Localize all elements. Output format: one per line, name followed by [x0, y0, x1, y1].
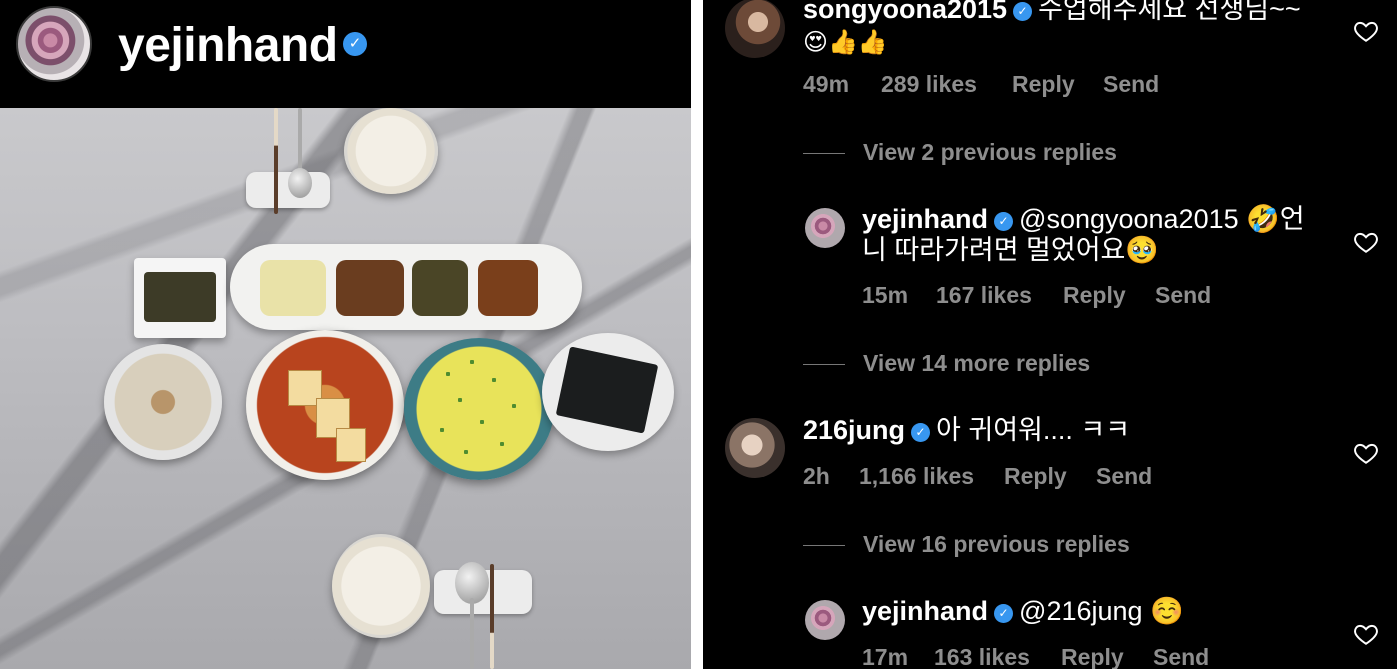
seaweed-plate	[542, 333, 674, 451]
post-panel: yejinhand ✓	[0, 0, 691, 669]
chopstick	[490, 564, 494, 669]
send-button[interactable]: Send	[1096, 463, 1152, 490]
comment-likes[interactable]: 163 likes	[934, 644, 1030, 669]
replies-line	[803, 545, 845, 546]
verified-badge-icon: ✓	[911, 423, 931, 442]
kimchi-dish	[134, 258, 226, 338]
comment-time: 2h	[803, 463, 830, 489]
panel-divider	[691, 0, 703, 669]
comment-username[interactable]: 216jung	[803, 415, 905, 445]
reply-button[interactable]: Reply	[1004, 463, 1067, 490]
commenter-avatar[interactable]	[725, 0, 785, 58]
view-replies-text[interactable]: View 16 previous replies	[863, 531, 1130, 558]
verified-badge-icon: ✓	[1013, 2, 1033, 21]
send-button[interactable]: Send	[1153, 644, 1209, 669]
view-replies-button[interactable]: View 14 more replies	[803, 350, 1203, 378]
view-replies-text[interactable]: View 14 more replies	[863, 350, 1090, 377]
send-button[interactable]: Send	[1103, 71, 1159, 98]
comment-username[interactable]: songyoona2015	[803, 0, 1007, 24]
comment-likes[interactable]: 167 likes	[936, 282, 1032, 309]
soup-bowl	[104, 344, 222, 460]
reply-button[interactable]: Reply	[1012, 71, 1075, 98]
verified-badge-icon: ✓	[994, 212, 1014, 231]
steamed-egg-bowl	[404, 338, 554, 480]
commenter-avatar[interactable]	[725, 418, 785, 478]
post-header: yejinhand ✓	[0, 0, 691, 108]
comment-username[interactable]: yejinhand	[862, 204, 988, 234]
post-author-username[interactable]: yejinhand	[118, 18, 338, 73]
rice-bowl	[332, 534, 430, 638]
comment-text: @216jung ☺️	[1019, 596, 1184, 626]
comment-text-continued: 니 따라가려면 멀었어요🥹	[862, 235, 1160, 265]
verified-badge-icon: ✓	[994, 604, 1014, 623]
commenter-avatar[interactable]	[805, 208, 845, 248]
comment-emoji: 😍👍👍	[803, 28, 888, 56]
post-author-avatar[interactable]	[16, 6, 92, 82]
comment-text: @songyoona2015 🤣언	[1019, 204, 1305, 234]
comment-body: 216jung ✓ 아 귀여워.... ㅋㅋ	[803, 415, 1130, 446]
like-heart-icon[interactable]	[1353, 229, 1379, 255]
replies-line	[803, 364, 845, 365]
spoon-handle	[298, 108, 302, 172]
comment-body: yejinhand ✓ @songyoona2015 🤣언	[862, 204, 1305, 235]
like-heart-icon[interactable]	[1353, 18, 1379, 44]
commenter-avatar[interactable]	[805, 600, 845, 640]
view-replies-button[interactable]: View 2 previous replies	[803, 139, 1203, 167]
like-heart-icon[interactable]	[1353, 621, 1379, 647]
comment-meta: 2h 1,166 likes Reply Send	[803, 463, 1203, 491]
reply-button[interactable]: Reply	[1061, 644, 1124, 669]
comment-text: 수업해주세요 선생님~~	[1038, 0, 1301, 24]
replies-line	[803, 153, 845, 154]
comment-meta: 15m 167 likes Reply Send	[862, 282, 1262, 310]
post-photo[interactable]	[0, 108, 691, 669]
verified-badge-icon: ✓	[343, 32, 367, 56]
view-replies-button[interactable]: View 16 previous replies	[803, 531, 1203, 559]
comment-time: 15m	[862, 282, 909, 308]
comment-time: 17m	[862, 644, 909, 669]
comment-text: 아 귀여워.... ㅋㅋ	[936, 415, 1131, 445]
comment-meta: 17m 163 likes Reply Send	[862, 644, 1262, 669]
comment-time: 49m	[803, 71, 850, 97]
comment-username[interactable]: yejinhand	[862, 596, 988, 626]
banchan-platter	[230, 244, 582, 330]
comment-likes[interactable]: 289 likes	[881, 71, 977, 98]
rice-bowl	[344, 108, 438, 194]
chopstick	[274, 108, 278, 214]
view-replies-text[interactable]: View 2 previous replies	[863, 139, 1117, 166]
comment-likes[interactable]: 1,166 likes	[859, 463, 974, 490]
comment-meta: 49m 289 likes Reply Send	[803, 71, 1203, 99]
comments-panel: songyoona2015 ✓ 수업해주세요 선생님~~ 😍👍👍 49m 289 l…	[703, 0, 1397, 669]
spoon-head	[288, 168, 312, 198]
comment-body: yejinhand ✓ @216jung ☺️	[862, 596, 1184, 627]
spoon-handle	[470, 598, 474, 669]
comment-body: songyoona2015 ✓ 수업해주세요 선생님~~	[803, 0, 1301, 25]
reply-button[interactable]: Reply	[1063, 282, 1126, 309]
send-button[interactable]: Send	[1155, 282, 1211, 309]
like-heart-icon[interactable]	[1353, 440, 1379, 466]
